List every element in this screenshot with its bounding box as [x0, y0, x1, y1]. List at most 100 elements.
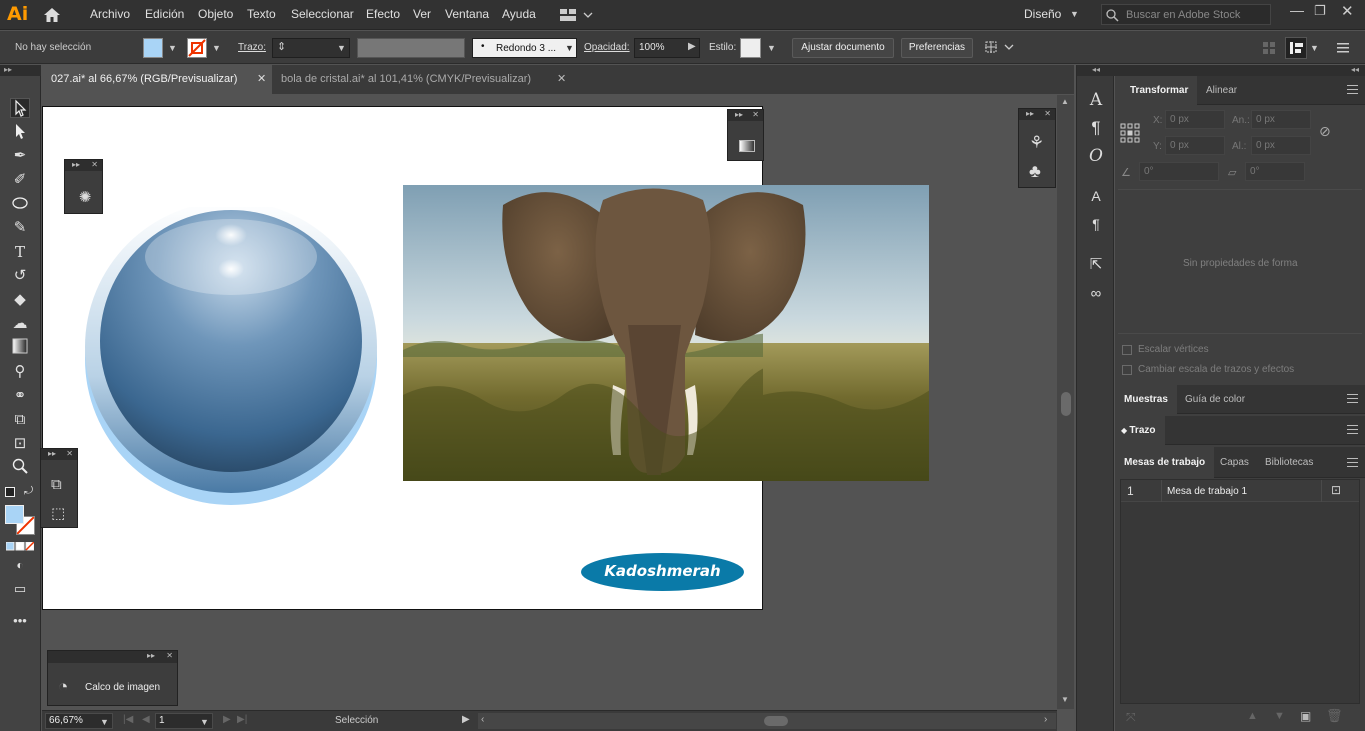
crystal-ball-artwork[interactable]	[85, 201, 379, 507]
artboard-tool-icon[interactable]: ⊡	[10, 434, 30, 454]
tab-stroke[interactable]: ◆ Trazo	[1115, 416, 1165, 445]
new-artboard-icon[interactable]: ▣	[1300, 709, 1311, 723]
direct-selection-icon[interactable]	[10, 122, 30, 142]
menu-texto[interactable]: Texto	[247, 7, 276, 21]
width-field[interactable]: 0 px	[1251, 110, 1311, 129]
vertical-scrollbar[interactable]: ▲ ▼	[1057, 95, 1074, 709]
links-icon[interactable]: ∞	[1085, 283, 1107, 305]
rearrange-artboards-icon[interactable]: ⤧	[1126, 710, 1136, 725]
puppet-icon[interactable]: ⚘	[1029, 133, 1044, 153]
eyedropper-tool-icon[interactable]: ⚲	[10, 362, 30, 382]
y-field[interactable]: 0 px	[1165, 136, 1225, 155]
fill-color-box[interactable]	[5, 505, 24, 524]
move-up-icon[interactable]: ▲	[1247, 710, 1258, 722]
chevron-down-icon[interactable]: ▼	[1310, 43, 1319, 53]
export-icon[interactable]: ⇱	[1085, 254, 1107, 276]
character-styles-icon[interactable]: A	[1085, 185, 1107, 207]
tab-document-active[interactable]: 027.ai* al 66,67% (RGB/Previsualizar) ✕	[42, 65, 272, 94]
sun-icon[interactable]: ✺	[76, 188, 94, 206]
tab-color-guide[interactable]: Guía de color	[1176, 385, 1254, 414]
eraser-tool-icon[interactable]: ◆	[10, 290, 30, 310]
last-artboard-icon[interactable]: ▶|	[237, 714, 247, 725]
list-item[interactable]: 1 Mesa de trabajo 1 ⊡	[1121, 480, 1359, 502]
club-symbol-icon[interactable]: ♣	[1029, 161, 1041, 182]
shape-builder-icon[interactable]: ⧉	[10, 410, 30, 430]
warp-tool-icon[interactable]: ☁	[10, 314, 30, 334]
shear-field[interactable]: 0°	[1245, 162, 1305, 181]
angle-field[interactable]: 0°	[1139, 162, 1219, 181]
screen-mode-icon[interactable]: ▭	[10, 579, 30, 599]
artboard-number-field[interactable]: 1 ▼	[155, 713, 213, 729]
paintbrush-tool-icon[interactable]: ✎	[10, 218, 30, 238]
gradient-tool-icon[interactable]	[10, 338, 30, 358]
fit-document-button[interactable]: Ajustar documento	[792, 38, 894, 58]
tab-libraries[interactable]: Bibliotecas	[1256, 447, 1322, 476]
menu-icon[interactable]	[1337, 42, 1349, 54]
menu-ventana[interactable]: Ventana	[445, 7, 489, 21]
brush-definition[interactable]: • Redondo 3 ... ▼	[472, 38, 577, 58]
stroke-weight-field[interactable]: ⇕ ▼	[272, 38, 350, 58]
fill-swatch[interactable]	[143, 38, 163, 58]
delete-artboard-icon[interactable]: 🗑	[1326, 708, 1343, 724]
kadoshmerah-badge[interactable]: Kadoshmerah	[581, 553, 744, 591]
move-down-icon[interactable]: ▼	[1274, 710, 1285, 722]
rotate-tool-icon[interactable]: ↺	[10, 266, 30, 286]
minimize-icon[interactable]: —	[1290, 2, 1304, 18]
close-icon[interactable]: ✕	[557, 65, 566, 94]
elephant-photo[interactable]	[403, 185, 763, 481]
close-icon[interactable]: ✕	[257, 65, 266, 94]
scale-corners-checkbox[interactable]	[1122, 345, 1132, 355]
arrange-documents-icon[interactable]	[560, 7, 594, 23]
blend-tool-icon[interactable]: ⚭	[10, 386, 30, 406]
variable-width-profile[interactable]	[357, 38, 465, 58]
close-icon[interactable]: ✕	[166, 651, 173, 660]
menu-ver[interactable]: Ver	[413, 7, 431, 21]
height-field[interactable]: 0 px	[1251, 136, 1311, 155]
reference-point-icon[interactable]	[1120, 123, 1140, 143]
character-icon[interactable]: A	[1085, 89, 1107, 111]
panel-menu-icon[interactable]	[1347, 458, 1358, 467]
home-icon[interactable]	[42, 6, 62, 24]
stock-search-box[interactable]: Buscar en Adobe Stock	[1101, 4, 1271, 25]
prev-artboard-icon[interactable]: ◀	[142, 714, 150, 725]
draw-mode-icon[interactable]: ◐	[10, 555, 30, 575]
color-mode-icons[interactable]	[5, 541, 35, 551]
restore-icon[interactable]: ❐	[1314, 3, 1326, 19]
swap-colors-icon[interactable]: ⤾	[24, 485, 33, 498]
elephant-photo-overflow[interactable]	[763, 185, 929, 481]
close-icon[interactable]: ✕	[752, 110, 759, 119]
chevron-down-icon[interactable]: ▼	[767, 43, 776, 53]
workspace-switcher[interactable]: Diseño	[1024, 7, 1061, 21]
zoom-field[interactable]: 66,67% ▼	[45, 713, 113, 729]
panel-menu-icon[interactable]	[1347, 85, 1358, 94]
horizontal-scrollbar[interactable]: ‹ ›	[478, 713, 1056, 729]
menu-seleccionar[interactable]: Seleccionar	[291, 7, 354, 21]
default-colors-icon[interactable]	[5, 487, 15, 497]
gradient-panel-icon[interactable]	[739, 140, 755, 152]
opacity-label[interactable]: Opacidad:	[584, 42, 630, 53]
menu-objeto[interactable]: Objeto	[198, 7, 233, 21]
status-menu-icon[interactable]: ▶	[462, 714, 470, 725]
arrange-icon[interactable]: ⧉	[51, 476, 62, 493]
transform-options-icon[interactable]	[983, 39, 1015, 57]
pen-tool-icon[interactable]: ✒	[10, 146, 30, 166]
chevron-down-icon[interactable]: ▼	[212, 43, 221, 53]
transform-icon[interactable]: ⬚	[51, 504, 65, 522]
tab-document-inactive[interactable]: bola de cristal.ai* al 101,41% (CMYK/Pre…	[272, 65, 572, 94]
close-icon[interactable]: ✕	[91, 160, 98, 169]
image-trace-label[interactable]: Calco de imagen	[85, 682, 160, 693]
zoom-tool-icon[interactable]	[10, 458, 30, 478]
image-trace-icon[interactable]: ◔	[58, 677, 68, 697]
panel-menu-icon[interactable]	[1347, 394, 1358, 403]
chevron-down-icon[interactable]: ▼	[168, 43, 177, 53]
tab-layers[interactable]: Capas	[1211, 447, 1258, 476]
ellipse-tool-icon[interactable]	[10, 194, 30, 214]
tab-align[interactable]: Alinear	[1197, 76, 1246, 105]
scale-strokes-checkbox[interactable]	[1122, 365, 1132, 375]
next-artboard-icon[interactable]: ▶	[223, 714, 231, 725]
opentype-icon[interactable]: O	[1085, 145, 1107, 167]
tab-swatches[interactable]: Muestras	[1115, 385, 1177, 414]
first-artboard-icon[interactable]: |◀	[123, 714, 133, 725]
menu-archivo[interactable]: Archivo	[90, 7, 130, 21]
close-window-icon[interactable]: ✕	[1341, 2, 1354, 20]
